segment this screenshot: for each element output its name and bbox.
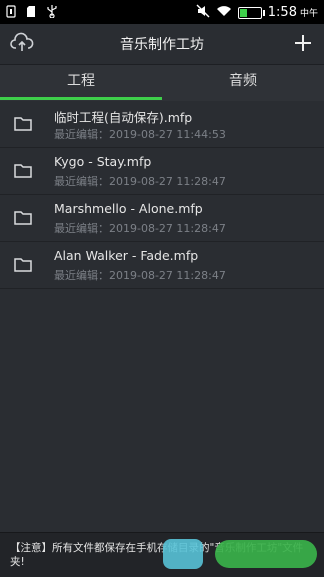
battery-icon — [237, 6, 265, 19]
notification-icon — [6, 4, 16, 21]
file-name: Marshmello - Alone.mfp — [54, 201, 203, 216]
file-date: 最近编辑：2019-08-27 11:28:47 — [54, 222, 226, 235]
clock-period: 中午 — [299, 9, 318, 19]
tab-projects[interactable]: 工程 — [0, 65, 162, 101]
folder-icon — [14, 116, 32, 131]
folder-icon — [14, 210, 32, 225]
folder-icon — [14, 163, 32, 178]
clock-time: 1:58 — [267, 5, 297, 20]
file-name: 临时工程(自动保存).mfp — [54, 110, 193, 125]
watermark-logo — [215, 540, 317, 568]
file-row[interactable]: Kygo - Stay.mfp 最近编辑：2019-08-27 11:28:47 — [0, 148, 324, 195]
file-row[interactable]: Marshmello - Alone.mfp 最近编辑：2019-08-27 1… — [0, 195, 324, 242]
sd-card-icon — [26, 5, 36, 21]
tab-audio[interactable]: 音频 — [162, 65, 324, 101]
plus-icon[interactable] — [292, 32, 314, 54]
wifi-icon — [216, 5, 232, 20]
usb-icon — [46, 4, 58, 21]
file-list: 临时工程(自动保存).mfp 最近编辑：2019-08-27 11:44:53 … — [0, 101, 324, 289]
folder-icon — [14, 257, 32, 272]
file-date: 最近编辑：2019-08-27 11:44:53 — [54, 128, 226, 141]
file-row[interactable]: 临时工程(自动保存).mfp 最近编辑：2019-08-27 11:44:53 — [0, 101, 324, 148]
tab-bar: 工程 音频 — [0, 65, 324, 101]
file-date: 最近编辑：2019-08-27 11:28:47 — [54, 269, 226, 282]
app-header: 音乐制作工坊 — [0, 24, 324, 65]
watermark-logo-badge — [163, 539, 203, 569]
page-title: 音乐制作工坊 — [120, 37, 204, 53]
mute-icon — [196, 4, 210, 21]
file-row[interactable]: Alan Walker - Fade.mfp 最近编辑：2019-08-27 1… — [0, 242, 324, 289]
status-bar: 1:58 中午 — [0, 0, 324, 24]
file-name: Kygo - Stay.mfp — [54, 154, 152, 169]
file-name: Alan Walker - Fade.mfp — [54, 248, 199, 263]
battery-level — [239, 8, 248, 17]
file-date: 最近编辑：2019-08-27 11:28:47 — [54, 175, 226, 188]
